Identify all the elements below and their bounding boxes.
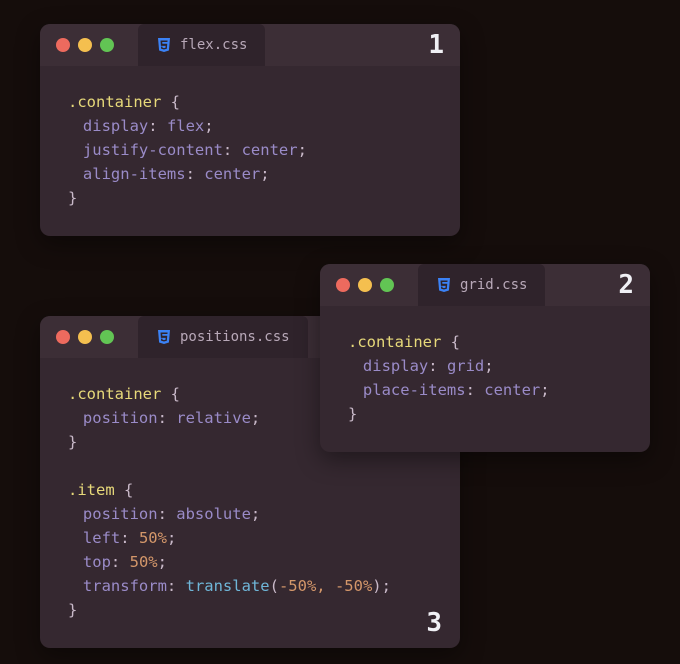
titlebar: flex.css 1: [40, 24, 460, 66]
css-file-icon: [436, 277, 452, 293]
file-tab[interactable]: positions.css: [138, 316, 308, 358]
maximize-icon[interactable]: [380, 278, 394, 292]
titlebar: grid.css 2: [320, 264, 650, 306]
close-icon[interactable]: [56, 330, 70, 344]
maximize-icon[interactable]: [100, 330, 114, 344]
close-icon[interactable]: [56, 38, 70, 52]
window-controls: [40, 38, 114, 52]
window-controls: [320, 278, 394, 292]
tab-label: positions.css: [180, 329, 290, 345]
panel-number: 3: [426, 608, 442, 638]
panel-number: 1: [428, 30, 444, 60]
minimize-icon[interactable]: [78, 38, 92, 52]
minimize-icon[interactable]: [78, 330, 92, 344]
file-tab[interactable]: grid.css: [418, 264, 545, 306]
css-file-icon: [156, 329, 172, 345]
window-controls: [40, 330, 114, 344]
tab-label: grid.css: [460, 277, 527, 293]
file-tab[interactable]: flex.css: [138, 24, 265, 66]
code-content: .container { display: flex; justify-cont…: [40, 66, 460, 236]
code-content: .container { display: grid; place-items:…: [320, 306, 650, 452]
panel-number: 2: [618, 270, 634, 300]
editor-window-grid: grid.css 2 .container { display: grid; p…: [320, 264, 650, 452]
tab-label: flex.css: [180, 37, 247, 53]
editor-window-flex: flex.css 1 .container { display: flex; j…: [40, 24, 460, 236]
css-file-icon: [156, 37, 172, 53]
close-icon[interactable]: [336, 278, 350, 292]
minimize-icon[interactable]: [358, 278, 372, 292]
maximize-icon[interactable]: [100, 38, 114, 52]
